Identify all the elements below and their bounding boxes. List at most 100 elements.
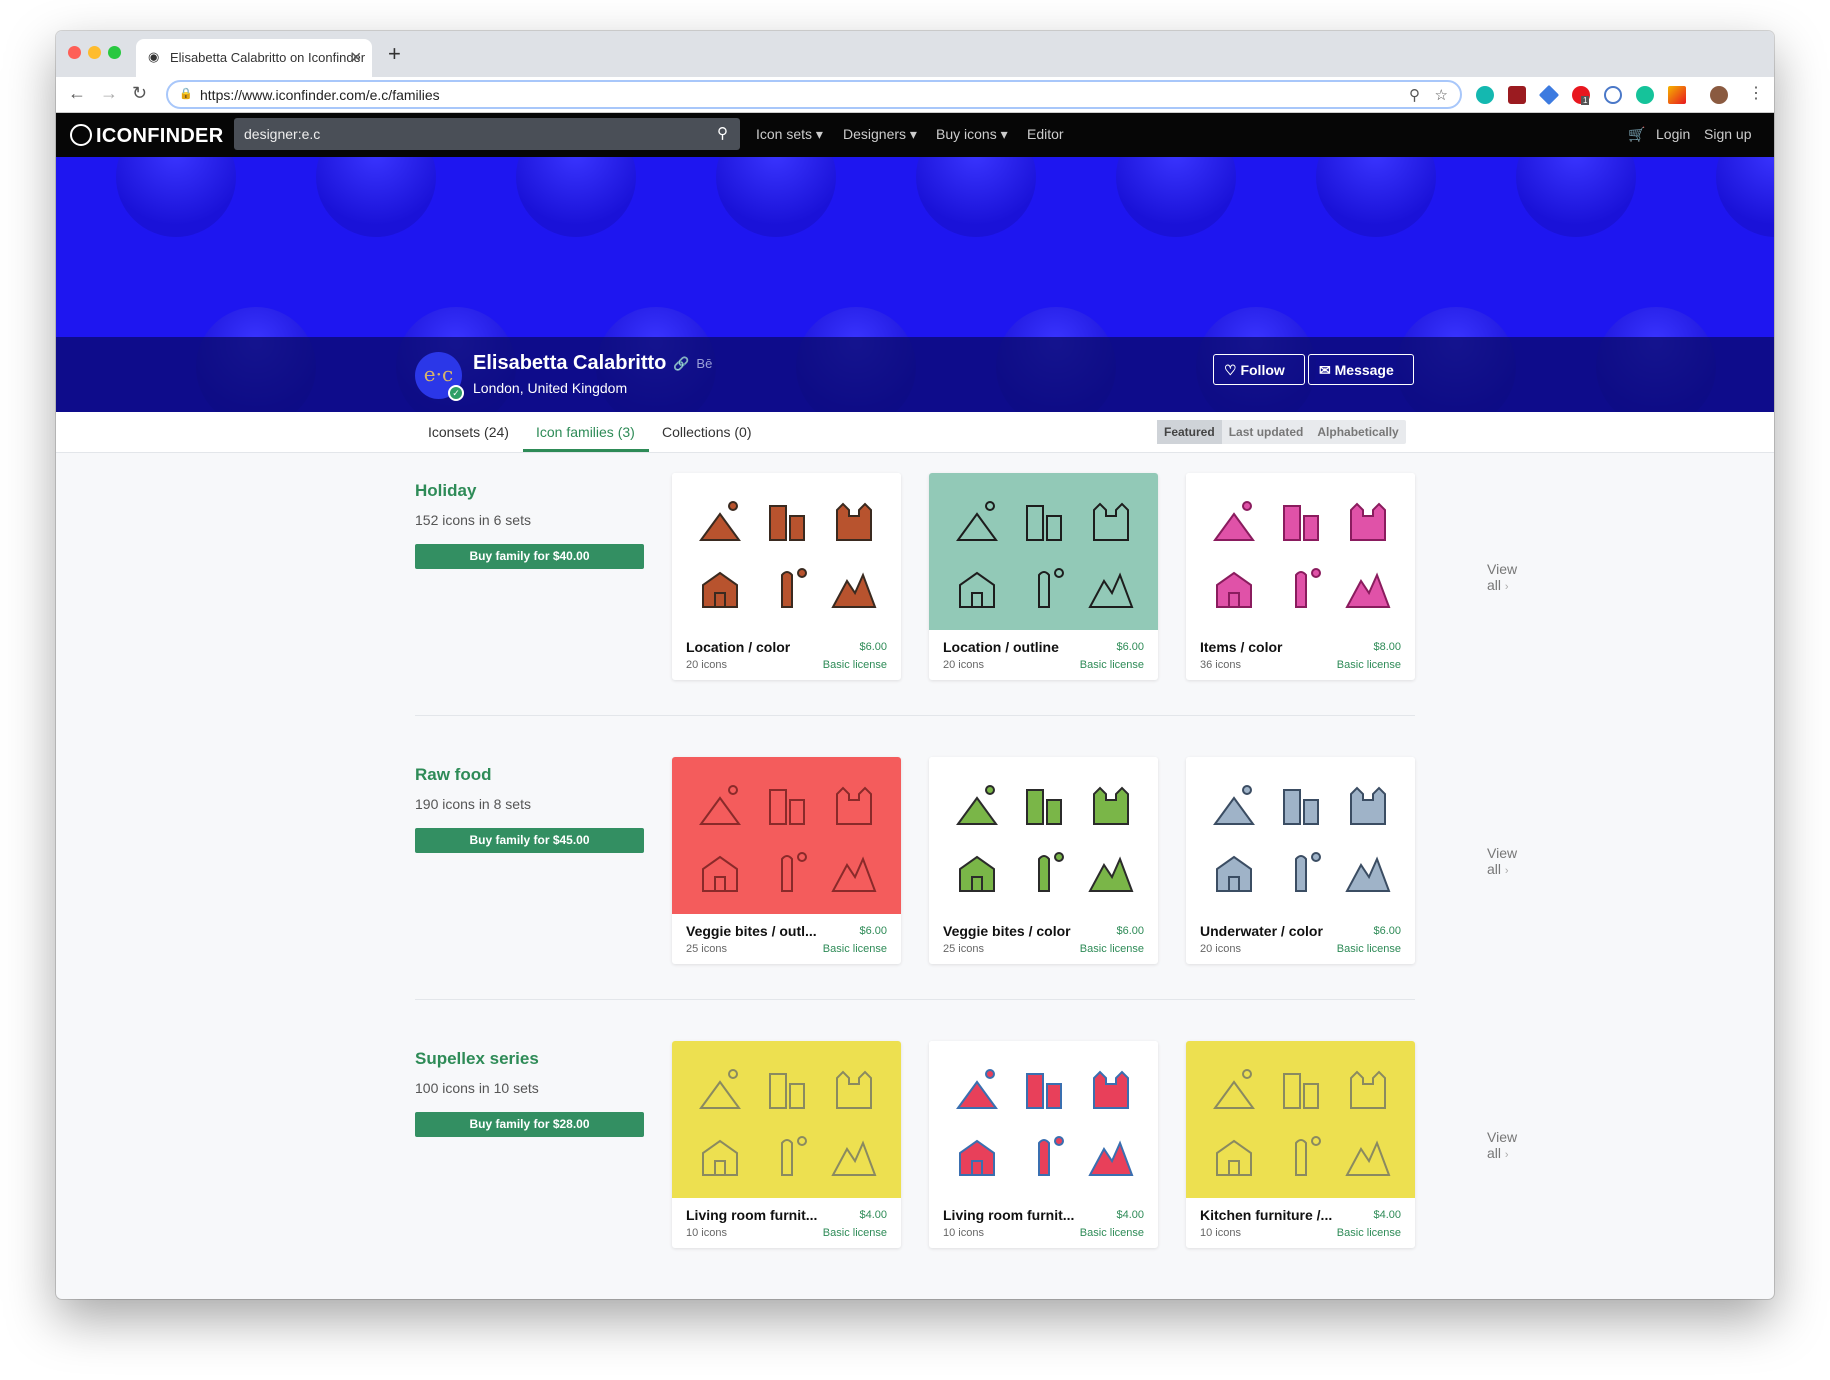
iconset-name[interactable]: Location / color (686, 639, 790, 655)
iconset-license[interactable]: Basic license (1337, 659, 1401, 671)
follow-button[interactable]: ♡ Follow (1213, 354, 1305, 385)
menu-editor[interactable]: Editor (1027, 126, 1064, 142)
extension-opera-icon[interactable]: 1 (1572, 86, 1590, 105)
menu-designers[interactable]: Designers ▾ (843, 126, 917, 143)
iconset-name[interactable]: Kitchen furniture /... (1200, 1207, 1332, 1223)
icon-preview (1344, 856, 1390, 893)
icon-preview (1282, 788, 1319, 825)
iconset-name[interactable]: Location / outline (943, 639, 1059, 655)
iconset-name[interactable]: Veggie bites / outl... (686, 923, 817, 939)
tab-icon-families[interactable]: Icon families (3) (536, 424, 635, 440)
icon-preview (1212, 500, 1255, 541)
family-title[interactable]: Holiday (415, 481, 476, 501)
close-window-button[interactable] (68, 46, 81, 59)
icon-family-section: Supellex series 100 icons in 10 sets Buy… (415, 1041, 1517, 1251)
profile-avatar[interactable] (1710, 86, 1728, 104)
login-link[interactable]: Login (1656, 126, 1690, 142)
zoom-icon[interactable]: ⚲ (1409, 86, 1420, 104)
iconset-card[interactable]: Veggie bites / color $6.00 25 icons Basi… (929, 757, 1158, 964)
family-title[interactable]: Supellex series (415, 1049, 539, 1069)
iconset-card[interactable]: Living room furnit... $4.00 10 icons Bas… (929, 1041, 1158, 1248)
iconset-preview[interactable] (929, 473, 1158, 630)
iconset-license[interactable]: Basic license (1337, 943, 1401, 955)
iconset-name[interactable]: Veggie bites / color (943, 923, 1071, 939)
new-tab-button[interactable]: + (388, 41, 401, 67)
menu-icon-sets[interactable]: Icon sets ▾ (756, 126, 823, 143)
buy-family-button[interactable]: Buy family for $45.00 (415, 828, 644, 853)
iconset-preview[interactable] (1186, 1041, 1415, 1198)
buy-family-button[interactable]: Buy family for $28.00 (415, 1112, 644, 1137)
iconset-card[interactable]: Veggie bites / outl... $6.00 25 icons Ba… (672, 757, 901, 964)
cart-icon[interactable]: 🛒 (1628, 126, 1645, 143)
browser-tab[interactable]: ◉ Elisabetta Calabritto on Iconfinder ✕ (136, 39, 372, 77)
extension-arrow-icon[interactable] (1668, 86, 1686, 104)
sort-featured[interactable]: Featured (1157, 420, 1222, 444)
iconset-preview[interactable] (1186, 473, 1415, 630)
tab-collections[interactable]: Collections (0) (662, 424, 751, 440)
extension-m-icon[interactable] (1476, 86, 1494, 104)
iconset-license[interactable]: Basic license (1337, 1227, 1401, 1239)
banner-bubble (916, 157, 1036, 237)
iconset-name[interactable]: Living room furnit... (686, 1207, 817, 1223)
buy-family-button[interactable]: Buy family for $40.00 (415, 544, 644, 569)
close-tab-icon[interactable]: ✕ (350, 49, 362, 66)
iconset-name[interactable]: Underwater / color (1200, 923, 1323, 939)
url-text: https://www.iconfinder.com/e.c/families (200, 87, 440, 103)
profile-tabs: Iconsets (24) Icon families (3) Collecti… (56, 412, 1774, 453)
iconset-name[interactable]: Living room furnit... (943, 1207, 1074, 1223)
view-all-link[interactable]: View all › (1487, 1129, 1517, 1161)
iconset-name[interactable]: Items / color (1200, 639, 1282, 655)
extension-blue-icon[interactable] (1538, 84, 1560, 106)
iconset-license[interactable]: Basic license (1080, 659, 1144, 671)
address-bar[interactable]: 🔒 https://www.iconfinder.com/e.c/families… (166, 80, 1462, 109)
extension-1password-icon[interactable] (1604, 86, 1622, 104)
icon-preview (1282, 504, 1319, 541)
iconset-license[interactable]: Basic license (1080, 1227, 1144, 1239)
message-button[interactable]: ✉ Message (1308, 354, 1414, 385)
maximize-window-button[interactable] (108, 46, 121, 59)
profile-links: 🔗 Bē (673, 356, 712, 372)
bookmark-star-icon[interactable]: ☆ (1435, 86, 1448, 104)
iconset-count: 10 icons (943, 1227, 984, 1239)
tab-iconsets[interactable]: Iconsets (24) (428, 424, 509, 440)
iconset-card[interactable]: Underwater / color $6.00 20 icons Basic … (1186, 757, 1415, 964)
behance-icon[interactable]: Bē (696, 356, 712, 371)
iconset-license[interactable]: Basic license (823, 943, 887, 955)
iconset-card[interactable]: Kitchen furniture /... $4.00 10 icons Ba… (1186, 1041, 1415, 1248)
iconset-license[interactable]: Basic license (823, 659, 887, 671)
iconset-preview[interactable] (672, 1041, 901, 1198)
browser-menu-icon[interactable]: ⋮ (1748, 83, 1764, 103)
iconset-card[interactable]: Location / color $6.00 20 icons Basic li… (672, 473, 901, 680)
iconset-license[interactable]: Basic license (1080, 943, 1144, 955)
search-input[interactable]: designer:e.c ⚲ (234, 118, 740, 150)
icon-preview (1294, 852, 1321, 893)
minimize-window-button[interactable] (88, 46, 101, 59)
iconset-card[interactable]: Living room furnit... $4.00 10 icons Bas… (672, 1041, 901, 1248)
search-icon[interactable]: ⚲ (717, 124, 728, 142)
iconset-preview[interactable] (1186, 757, 1415, 914)
sort-last-updated[interactable]: Last updated (1222, 420, 1311, 444)
extension-grammarly-icon[interactable] (1636, 86, 1654, 104)
iconset-card[interactable]: Location / outline $6.00 20 icons Basic … (929, 473, 1158, 680)
iconset-preview[interactable] (929, 1041, 1158, 1198)
sort-toggle: Featured Last updated Alphabetically (1157, 420, 1406, 444)
icon-preview (1025, 788, 1062, 825)
view-all-link[interactable]: View all › (1487, 845, 1517, 877)
iconset-preview[interactable] (672, 757, 901, 914)
iconfinder-logo[interactable]: ICONFINDER (70, 124, 223, 148)
menu-buy-icons[interactable]: Buy icons ▾ (936, 126, 1008, 143)
extension-red-icon[interactable] (1508, 86, 1526, 104)
iconset-preview[interactable] (929, 757, 1158, 914)
signup-link[interactable]: Sign up (1704, 126, 1751, 142)
forward-icon[interactable]: → (100, 83, 118, 104)
family-title[interactable]: Raw food (415, 765, 492, 785)
back-icon[interactable]: ← (68, 83, 86, 104)
iconset-preview[interactable] (672, 473, 901, 630)
iconset-license[interactable]: Basic license (823, 1227, 887, 1239)
family-subtitle: 190 icons in 8 sets (415, 796, 531, 812)
view-all-link[interactable]: View all › (1487, 561, 1517, 593)
iconset-card[interactable]: Items / color $8.00 36 icons Basic licen… (1186, 473, 1415, 680)
sort-alphabetically[interactable]: Alphabetically (1310, 420, 1405, 444)
reload-icon[interactable]: ↻ (132, 83, 147, 104)
link-icon[interactable]: 🔗 (673, 356, 689, 371)
